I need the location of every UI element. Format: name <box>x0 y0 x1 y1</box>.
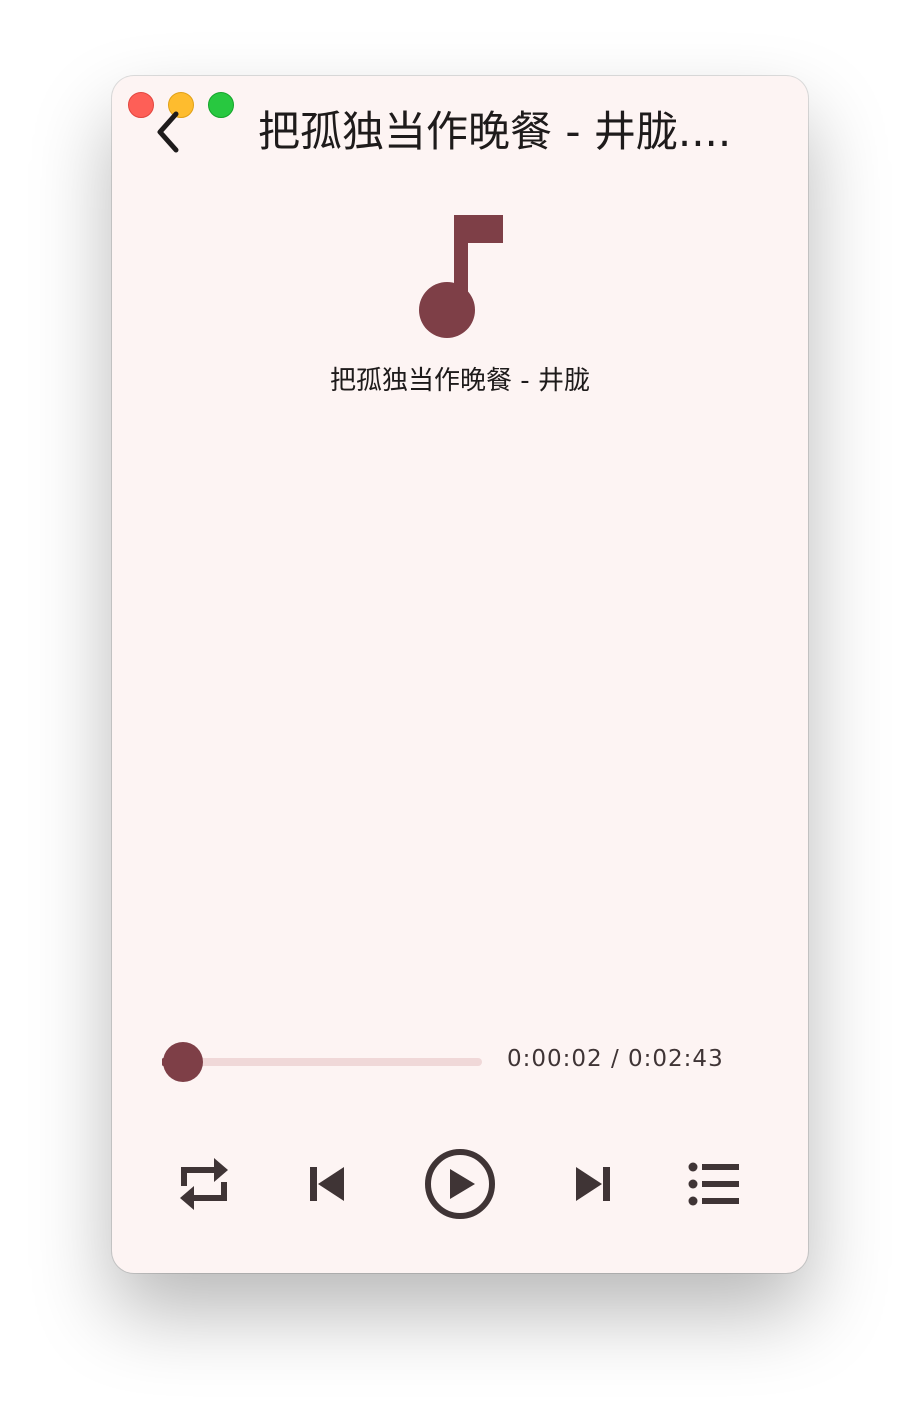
skip-next-icon <box>576 1167 610 1201</box>
back-button[interactable] <box>150 110 190 154</box>
playlist-button[interactable] <box>687 1161 741 1207</box>
window-maximize-button[interactable] <box>208 92 234 118</box>
previous-button[interactable] <box>308 1163 348 1205</box>
progress-track <box>162 1058 482 1066</box>
progress-slider[interactable] <box>162 1041 482 1083</box>
skip-previous-icon <box>310 1167 344 1201</box>
page-title: 把孤独当作晚餐 - 井胧.... <box>258 107 732 156</box>
play-button[interactable] <box>423 1147 497 1221</box>
playlist-icon <box>688 1162 739 1206</box>
music-player-window: 把孤独当作晚餐 - 井胧.... 把孤独当作晚餐 - 井胧 0:00:02 / … <box>112 76 808 1273</box>
time-display: 0:00:02 / 0:02:43 <box>507 1046 724 1072</box>
repeat-icon <box>180 1158 228 1210</box>
next-button[interactable] <box>572 1163 612 1205</box>
progress-thumb[interactable] <box>163 1042 204 1082</box>
repeat-button[interactable] <box>178 1156 230 1212</box>
track-title: 把孤独当作晚餐 - 井胧 <box>330 366 590 396</box>
play-circle-icon <box>425 1149 495 1219</box>
chevron-left-icon <box>157 111 179 153</box>
music-note-icon <box>419 215 503 338</box>
